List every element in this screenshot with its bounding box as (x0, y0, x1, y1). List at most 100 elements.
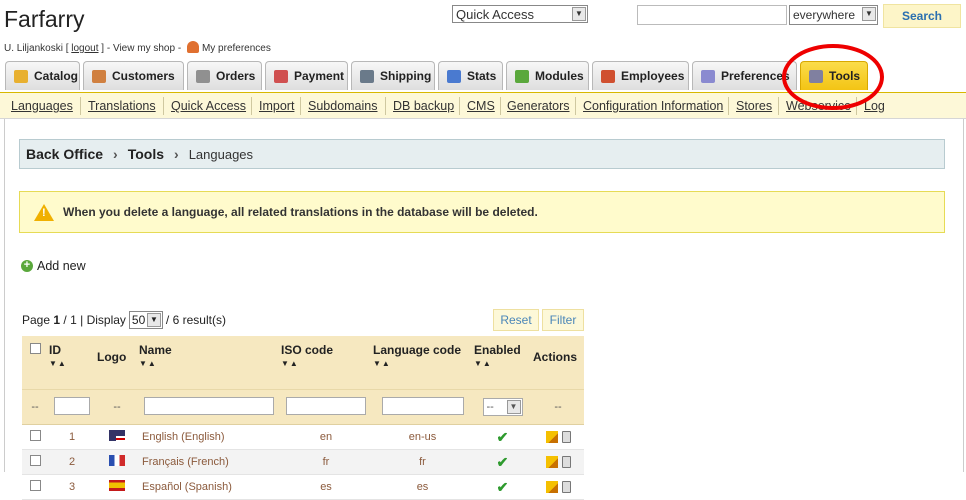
search-scope-label: everywhere (793, 8, 856, 22)
add-new-link[interactable]: + Add new (21, 259, 86, 273)
column-enabled[interactable]: Enabled ▼▲ (473, 336, 532, 390)
row-name: English (English) (138, 424, 280, 450)
subnav-stores[interactable]: Stores (736, 99, 772, 113)
tab-catalog[interactable]: Catalog (5, 61, 80, 90)
breadcrumb-current: Languages (188, 146, 254, 162)
current-page: 1 (53, 313, 61, 327)
edit-icon[interactable] (545, 456, 558, 469)
row-name: Français (French) (138, 449, 280, 475)
subnav-translations[interactable]: Translations (88, 99, 156, 113)
subnav-import[interactable]: Import (259, 99, 294, 113)
subnav-configuration-information[interactable]: Configuration Information (583, 99, 723, 113)
divider (385, 97, 386, 115)
total-pages: 1 (70, 313, 77, 327)
tab-tools[interactable]: Tools (800, 61, 868, 90)
tab-customers[interactable]: Customers (83, 61, 184, 90)
chevron-right-icon: › (113, 146, 118, 162)
subnav-cms[interactable]: CMS (467, 99, 495, 113)
filter-button[interactable]: Filter (542, 309, 584, 331)
divider (575, 97, 576, 115)
results-count: / 6 result(s) (165, 313, 226, 327)
divider (251, 97, 252, 115)
filter-enabled-select[interactable]: -- ▼ (482, 398, 523, 416)
per-page-value: 50 (131, 313, 146, 327)
delete-icon[interactable] (561, 431, 571, 444)
fr-flag-icon (109, 455, 125, 466)
delete-icon[interactable] (561, 456, 571, 469)
enabled-check-icon[interactable]: ✔ (497, 429, 509, 445)
subnav-subdomains[interactable]: Subdomains (308, 99, 378, 113)
edit-icon[interactable] (545, 481, 558, 494)
filter-placeholder: -- (532, 389, 584, 425)
enabled-check-icon[interactable]: ✔ (497, 454, 509, 470)
row-id: 1 (48, 424, 96, 450)
table-row[interactable]: 3 Español (Spanish) es es ✔ (22, 474, 584, 500)
customers-icon (92, 69, 106, 83)
table-row[interactable]: 2 Français (French) fr fr ✔ (22, 449, 584, 475)
reset-button[interactable]: Reset (493, 309, 539, 331)
row-iso: fr (280, 449, 372, 475)
breadcrumb-section[interactable]: Tools (128, 146, 164, 162)
add-new-label: Add new (37, 259, 86, 273)
filter-iso-input[interactable] (286, 396, 366, 415)
breadcrumb: Back Office › Tools › Languages (19, 139, 945, 169)
select-all-checkbox[interactable] (29, 343, 41, 354)
search-input[interactable] (637, 5, 787, 25)
sort-icon[interactable]: ▼▲ (373, 359, 472, 368)
search-button[interactable]: Search (883, 4, 961, 28)
divider (500, 97, 501, 115)
column-name[interactable]: Name ▼▲ (138, 336, 280, 390)
subnav-log[interactable]: Log (864, 99, 885, 113)
tab-stats[interactable]: Stats (438, 61, 503, 90)
row-checkbox[interactable] (29, 480, 41, 491)
divider (300, 97, 301, 115)
row-iso: es (280, 474, 372, 500)
preferences-link[interactable]: My preferences (202, 43, 271, 54)
subnav-db-backup[interactable]: DB backup (393, 99, 454, 113)
divider (459, 97, 460, 115)
row-checkbox[interactable] (29, 455, 41, 466)
subnav-generators[interactable]: Generators (507, 99, 570, 113)
filter-name-input[interactable] (144, 396, 274, 415)
quick-access-select[interactable]: Quick Access ▼ (452, 5, 588, 23)
tab-employees[interactable]: Employees (592, 61, 689, 90)
edit-icon[interactable] (545, 431, 558, 444)
row-iso: en (280, 424, 372, 450)
sort-icon[interactable]: ▼▲ (139, 359, 279, 368)
delete-icon[interactable] (561, 481, 571, 494)
row-lang-code: es (372, 474, 473, 500)
warning-icon: ! (34, 203, 54, 221)
column-id[interactable]: ID ▼▲ (48, 336, 96, 390)
table-row[interactable]: 1 English (English) en en-us ✔ (22, 424, 584, 450)
enabled-check-icon[interactable]: ✔ (497, 479, 509, 495)
per-page-select[interactable]: 50 ▼ (128, 311, 163, 329)
tab-payment[interactable]: Payment (265, 61, 348, 90)
chevron-down-icon: ▼ (862, 7, 876, 21)
puzzle-icon (515, 69, 529, 83)
sort-icon[interactable]: ▼▲ (474, 359, 531, 368)
filter-language-code-input[interactable] (381, 396, 464, 415)
tab-shipping[interactable]: Shipping (351, 61, 435, 90)
logout-link[interactable]: logout (71, 43, 98, 54)
row-id: 2 (48, 449, 96, 475)
row-checkbox[interactable] (29, 430, 41, 441)
subnav-languages[interactable]: Languages (11, 99, 73, 113)
tab-orders[interactable]: Orders (187, 61, 262, 90)
column-iso-code[interactable]: ISO code ▼▲ (280, 336, 372, 390)
subnav-webservice[interactable]: Webservice (786, 99, 851, 113)
view-shop-link[interactable]: View my shop (113, 43, 175, 54)
tab-preferences[interactable]: Preferences (692, 61, 797, 90)
tab-modules[interactable]: Modules (506, 61, 589, 90)
sort-icon[interactable]: ▼▲ (281, 359, 371, 368)
wrench-icon (809, 69, 823, 83)
sort-icon[interactable]: ▼▲ (49, 359, 95, 368)
subnav-quick-access[interactable]: Quick Access (171, 99, 246, 113)
search-scope-select[interactable]: everywhere ▼ (789, 5, 878, 25)
filter-id-input[interactable] (54, 396, 90, 415)
warning-text: When you delete a language, all related … (63, 205, 538, 219)
column-language-code[interactable]: Language code ▼▲ (372, 336, 473, 390)
shop-name: Farfarry (4, 6, 85, 32)
divider (778, 97, 779, 115)
breadcrumb-root[interactable]: Back Office (26, 146, 103, 162)
folder-icon (14, 69, 28, 83)
